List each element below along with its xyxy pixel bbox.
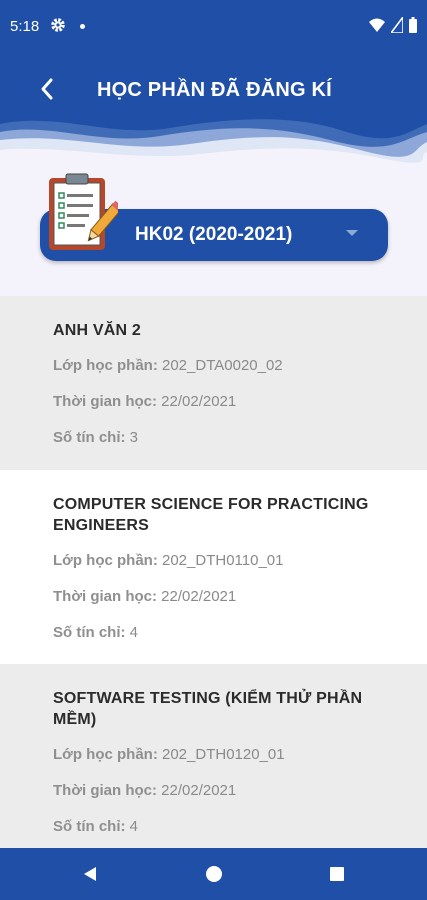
start-date-label: Thời gian học: — [53, 588, 157, 605]
start-date-row: Thời gian học: 22/02/2021 — [53, 392, 407, 412]
class-code-label: Lớp học phần: — [53, 357, 158, 374]
class-code-value: 202_DTA0020_02 — [162, 357, 283, 374]
start-date-label: Thời gian học: — [53, 782, 157, 799]
class-code-row: Lớp học phần: 202_DTH0120_01 — [53, 745, 407, 765]
credits-value: 4 — [129, 818, 139, 835]
course-item[interactable]: COMPUTER SCIENCE FOR PRACTICING ENGINEER… — [0, 470, 427, 664]
start-date-label: Thời gian học: — [53, 393, 157, 410]
class-code-row: Lớp học phần: 202_DTH0110_01 — [53, 551, 407, 571]
credits-label: Số tín chỉ: — [53, 818, 126, 835]
status-icons — [369, 17, 417, 33]
credits-label: Số tín chỉ: — [53, 429, 126, 446]
nav-recents-icon[interactable] — [330, 867, 344, 881]
start-date-value: 22/02/2021 — [161, 782, 237, 799]
course-name: ANH VĂN 2 — [53, 322, 142, 339]
course-name: SOFTWARE TESTING (KIỂM THỬ PHẦN MỀM) — [53, 690, 363, 728]
semester-selected-value: HK02 (2020-2021) — [135, 224, 293, 245]
battery-icon — [409, 17, 417, 33]
start-date-row: Thời gian học: 22/02/2021 — [53, 587, 407, 607]
nav-home-icon[interactable] — [206, 866, 222, 882]
course-name: COMPUTER SCIENCE FOR PRACTICING ENGINEER… — [53, 496, 369, 534]
credits-row: Số tín chỉ: 4 — [53, 817, 407, 837]
course-item[interactable]: ANH VĂN 2 Lớp học phần: 202_DTA0020_02 T… — [0, 296, 427, 470]
system-nav-bar — [0, 848, 427, 900]
start-date-value: 22/02/2021 — [161, 393, 237, 410]
credits-value: 3 — [129, 429, 139, 446]
wifi-icon — [369, 18, 385, 32]
page-title: HỌC PHẦN ĐÃ ĐĂNG KÍ — [97, 79, 332, 101]
status-bar: 5:18 — [0, 0, 427, 54]
back-arrow-icon[interactable] — [33, 74, 63, 104]
class-code-row: Lớp học phần: 202_DTA0020_02 — [53, 356, 407, 376]
settings-icon — [51, 18, 65, 32]
app-header: 5:18 HỌC PHẦN ĐÃ ĐĂNG KÍ — [0, 0, 427, 170]
credits-row: Số tín chỉ: 4 — [53, 623, 407, 643]
credits-label: Số tín chỉ: — [53, 624, 126, 641]
dropdown-arrow-icon[interactable] — [346, 230, 358, 236]
status-time: 5:18 — [10, 18, 40, 35]
credits-row: Số tín chỉ: 3 — [53, 428, 407, 448]
class-code-label: Lớp học phần: — [53, 746, 158, 763]
nav-back-icon[interactable] — [82, 866, 98, 882]
notification-dot-icon — [80, 24, 85, 29]
class-code-value: 202_DTH0120_01 — [162, 746, 285, 763]
class-code-value: 202_DTH0110_01 — [162, 552, 284, 569]
start-date-row: Thời gian học: 22/02/2021 — [53, 781, 407, 801]
clipboard-icon — [49, 173, 118, 250]
course-item[interactable]: SOFTWARE TESTING (KIỂM THỬ PHẦN MỀM) Lớp… — [0, 664, 427, 848]
header-wave-decoration — [0, 119, 427, 170]
signal-icon — [391, 17, 403, 33]
semester-section: HK02 (2020-2021) — [0, 170, 427, 296]
class-code-label: Lớp học phần: — [53, 552, 158, 569]
course-list[interactable]: ANH VĂN 2 Lớp học phần: 202_DTA0020_02 T… — [0, 296, 427, 848]
start-date-value: 22/02/2021 — [161, 588, 237, 605]
credits-value: 4 — [129, 624, 139, 641]
